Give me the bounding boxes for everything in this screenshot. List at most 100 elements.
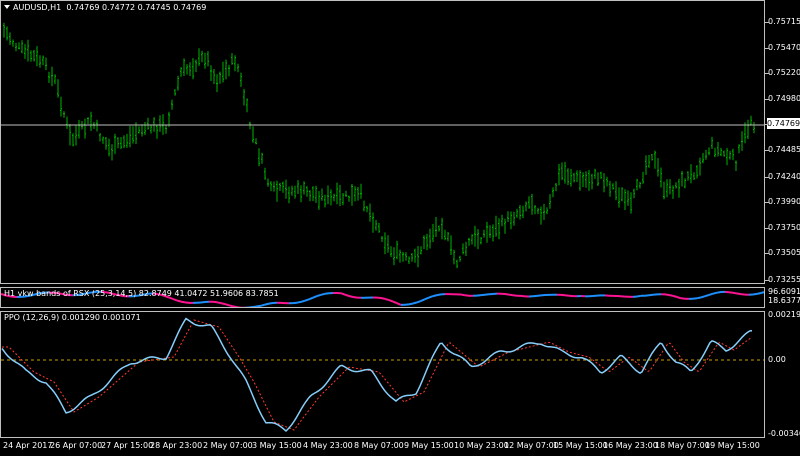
price-axis-label: 0.74485: [768, 145, 800, 154]
price-axis-tick: [765, 73, 769, 74]
time-axis-label: 4 May 23:00: [303, 441, 353, 450]
dropdown-triangle-icon[interactable]: [4, 5, 10, 9]
rsx-segment: [220, 302, 226, 306]
price-axis-label: 0.74980: [768, 94, 800, 103]
rsx-segment: [564, 294, 570, 297]
price-axis-label: 0.73505: [768, 248, 800, 257]
price-chart-pane[interactable]: AUDUSD,H1 0.74769 0.74772 0.74745 0.7476…: [0, 0, 765, 284]
rsx-segment: [408, 302, 414, 306]
rsx-segment: [248, 306, 253, 307]
symbol-label: AUDUSD,H1: [13, 3, 62, 12]
rsx-segment: [740, 293, 746, 296]
price-axis-tick: [765, 280, 769, 281]
rsx-segment: [396, 302, 402, 306]
time-axis-label: 9 May 15:00: [404, 441, 454, 450]
time-axis-label: 28 Apr 23:00: [150, 441, 203, 450]
rsx-segment: [732, 291, 738, 295]
rsx-segment: [756, 292, 762, 295]
rsx-label: H1 vkw bands of RSX (25,3,14,5) 82.8749 …: [4, 289, 279, 298]
rsx-segment: [676, 296, 682, 300]
rsx-segment: [216, 301, 222, 305]
rsx-segment: [712, 291, 718, 295]
time-axis-label: 18 May 07:00: [655, 441, 710, 450]
time-axis[interactable]: 24 Apr 2017 26 Apr 07:00 27 Apr 15:00 28 Ap…: [0, 438, 765, 456]
rsx-segment: [428, 295, 434, 299]
rsx-segment: [252, 305, 258, 307]
ppo-axis-low: -0.003467: [768, 429, 800, 438]
chart-title: AUDUSD,H1 0.74769 0.74772 0.74745 0.7476…: [4, 3, 206, 12]
rsx-segment: [716, 291, 722, 294]
ppo-indicator-pane[interactable]: PPO (12,26,9) 0.001290 0.001071: [0, 311, 765, 438]
rsx-segment: [636, 294, 642, 298]
rsx-segment: [700, 295, 706, 299]
rsx-segment: [736, 292, 742, 296]
rsx-segment: [237, 306, 242, 307]
rsx-segment: [300, 299, 306, 303]
ppo-main-line: [1, 317, 753, 433]
rsx-segment: [176, 299, 182, 303]
ppo-axis-high: 0.002194: [768, 310, 800, 319]
rsx-segment: [476, 294, 482, 297]
rsx-segment: [344, 293, 350, 297]
rsx-segment: [752, 292, 758, 296]
rsx-segment: [228, 304, 234, 307]
time-axis-label: 10 May 23:00: [454, 441, 509, 450]
current-price-label: 0.74769: [767, 118, 800, 129]
price-axis-label: 0.75220: [768, 68, 800, 77]
price-chart[interactable]: [1, 1, 765, 284]
rsx-segment: [704, 293, 710, 298]
time-axis-label: 8 May 07:00: [354, 441, 404, 450]
rsx-segment: [380, 297, 386, 300]
rsx-segment: [696, 296, 702, 300]
rsx-segment: [508, 293, 514, 297]
rsx-segment: [312, 295, 318, 299]
rsx-segment: [536, 294, 542, 297]
rsx-segment: [460, 293, 466, 297]
rsx-axis-low: 18.6377: [768, 296, 800, 305]
price-axis-tick: [765, 228, 769, 229]
time-axis-label: 12 May 07:00: [504, 441, 559, 450]
rsx-segment: [212, 300, 218, 304]
rsx-segment: [464, 294, 470, 297]
rsx-segment: [184, 301, 190, 304]
time-axis-label: 26 Apr 07:00: [50, 441, 103, 450]
price-axis-tick: [765, 202, 769, 203]
price-axis-tick: [765, 22, 769, 23]
rsx-segment: [436, 293, 442, 297]
time-axis-label: 15 May 15:00: [553, 441, 608, 450]
rsx-segment: [424, 296, 430, 301]
rsx-segment: [692, 297, 698, 300]
rsx-segment: [728, 291, 734, 294]
rsx-segment: [180, 300, 186, 304]
rsx-segment: [232, 305, 238, 307]
rsx-segment: [664, 293, 670, 296]
price-axis-tick: [765, 48, 769, 49]
ohlc-values: 0.74769 0.74772 0.74745 0.74769: [66, 3, 207, 12]
rsx-segment: [224, 303, 230, 307]
price-axis-tick: [765, 253, 769, 254]
rsx-segment: [708, 292, 714, 296]
rsx-axis-high: 96.6091: [768, 287, 800, 296]
rsx-segment: [420, 298, 426, 302]
rsx-segment: [172, 298, 178, 302]
time-axis-label: 19 May 15:00: [705, 441, 760, 450]
rsx-segment: [352, 296, 358, 299]
time-axis-label: 27 Apr 15:00: [101, 441, 154, 450]
rsx-segment: [504, 293, 510, 296]
ppo-chart[interactable]: [1, 312, 765, 438]
price-axis-label: 0.73750: [768, 223, 800, 232]
rsx-segment: [264, 302, 270, 306]
rsx-segment: [412, 301, 418, 305]
rsx-segment: [308, 296, 314, 301]
rsx-segment: [432, 294, 438, 298]
rsx-segment: [324, 292, 330, 295]
price-axis-label: 0.75715: [768, 17, 800, 26]
rsx-segment: [520, 294, 526, 298]
rsx-segment: [392, 300, 398, 305]
rsx-indicator-pane[interactable]: H1 vkw bands of RSX (25,3,14,5) 82.8749 …: [0, 287, 765, 308]
price-axis-label: 0.74240: [768, 172, 800, 181]
rsx-segment: [668, 294, 674, 297]
ppo-axis-zero: 0.00: [768, 355, 786, 364]
rsx-segment: [384, 297, 390, 302]
price-axis[interactable]: 0.757150.754700.752200.749800.747300.744…: [765, 0, 800, 440]
